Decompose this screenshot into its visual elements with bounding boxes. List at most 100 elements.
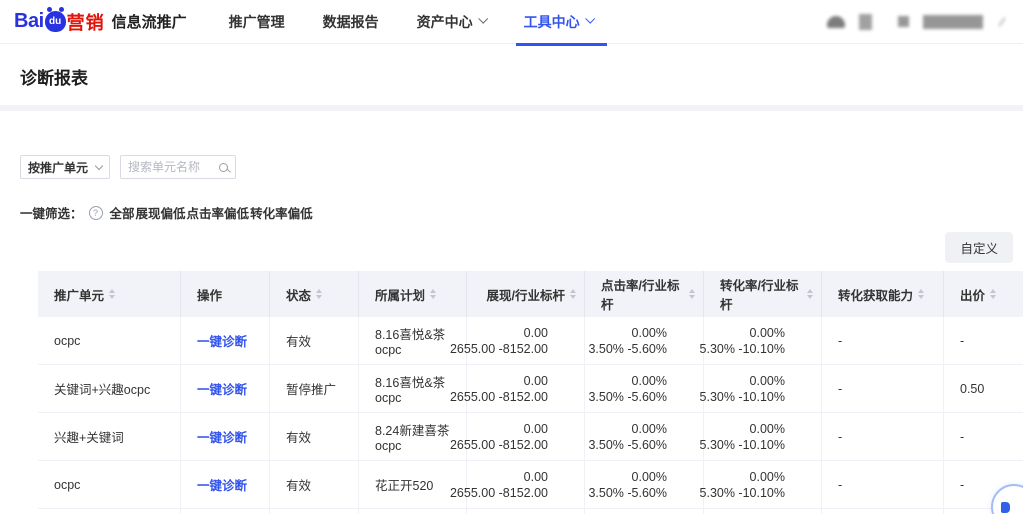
cell-status: 有效 bbox=[270, 509, 359, 514]
user-account-area-redacted[interactable] bbox=[827, 14, 1007, 30]
baidu-paw-icon: du bbox=[45, 11, 66, 32]
cell-benchmark: 3.50% -5.60% bbox=[588, 341, 667, 357]
sort-icon[interactable] bbox=[918, 289, 924, 299]
cell-cvr: 0.00%5.30% -10.10% bbox=[704, 509, 822, 514]
column-header-conversion_ability[interactable]: 转化获取能力 bbox=[822, 271, 944, 317]
nav-item-4[interactable]: 工具中心 bbox=[524, 12, 593, 32]
diagnose-link[interactable]: 一键诊断 bbox=[197, 427, 247, 446]
sort-icon[interactable] bbox=[316, 289, 322, 299]
cell-cvr: 0.00%5.30% -10.10% bbox=[704, 461, 822, 508]
cell-value: 0.00% bbox=[632, 373, 667, 389]
column-header-unit[interactable]: 推广单元 bbox=[38, 271, 181, 317]
product-name: 信息流推广 bbox=[112, 11, 187, 32]
quick-filter-4[interactable]: 转化率偏低 bbox=[250, 203, 313, 222]
column-header-action: 操作 bbox=[181, 271, 270, 317]
logo-suffix-text: 营销 bbox=[67, 9, 105, 35]
sort-icon[interactable] bbox=[570, 289, 576, 299]
quick-filter-1[interactable]: 全部 bbox=[110, 203, 135, 222]
customize-row: 自定义 bbox=[20, 232, 1013, 263]
column-header-status[interactable]: 状态 bbox=[270, 271, 359, 317]
nav-item-3[interactable]: 资产中心 bbox=[417, 12, 486, 32]
cell-value: 0.00% bbox=[632, 469, 667, 485]
customize-button[interactable]: 自定义 bbox=[945, 232, 1013, 263]
column-header-ctr[interactable]: 点击率/行业标杆 bbox=[585, 271, 704, 317]
help-question-icon[interactable]: ? bbox=[89, 206, 103, 220]
table-body: ocpc一键诊断有效8.16喜悦&茶ocpc0.002655.00 -8152.… bbox=[38, 317, 1023, 514]
username-redacted bbox=[923, 15, 983, 29]
column-header-impressions[interactable]: 展现/行业标杆 bbox=[467, 271, 585, 317]
diagnose-link[interactable]: 一键诊断 bbox=[197, 379, 247, 398]
cell-benchmark: 5.30% -10.10% bbox=[700, 341, 785, 357]
sort-down-arrow bbox=[807, 295, 813, 299]
sort-icon[interactable] bbox=[807, 289, 813, 299]
cell-ctr: 0.00%3.50% -5.60% bbox=[585, 461, 704, 508]
cell-unit bbox=[38, 509, 181, 514]
cell-benchmark: 2655.00 -8152.00 bbox=[450, 341, 548, 357]
support-icon[interactable] bbox=[827, 16, 845, 28]
sort-down-arrow bbox=[918, 295, 924, 299]
notification-icon[interactable] bbox=[859, 14, 872, 30]
unit-search-box bbox=[120, 155, 236, 179]
divider-slash bbox=[998, 17, 1005, 26]
column-header-label: 出价 bbox=[960, 285, 985, 304]
nav-item-2[interactable]: 数据报告 bbox=[323, 12, 379, 32]
cell-action: 一键诊断 bbox=[181, 461, 270, 508]
sort-icon[interactable] bbox=[430, 289, 436, 299]
chevron-down-icon bbox=[95, 161, 103, 169]
cell-impressions: 0.002655.00 -8152.00 bbox=[467, 413, 585, 460]
search-icon[interactable] bbox=[219, 163, 228, 172]
cell-value: 0.00% bbox=[750, 421, 785, 437]
cell-action: 一键诊断 bbox=[181, 317, 270, 364]
diagnose-link[interactable]: 一键诊断 bbox=[197, 331, 247, 350]
column-header-label: 转化获取能力 bbox=[838, 285, 913, 304]
sort-icon[interactable] bbox=[689, 289, 695, 299]
chevron-down-icon bbox=[585, 14, 595, 24]
quick-filter-3[interactable]: 点击率偏低 bbox=[187, 203, 250, 222]
sort-icon[interactable] bbox=[990, 289, 996, 299]
dimension-select[interactable]: 按推广单元 bbox=[20, 155, 110, 179]
cell-unit: 兴趣+关键词 bbox=[38, 413, 181, 460]
search-input[interactable] bbox=[128, 160, 219, 174]
cell-impressions: 0.002655.00 -8152.00 bbox=[467, 317, 585, 364]
column-header-bid[interactable]: 出价 bbox=[944, 271, 1023, 317]
dimension-select-value: 按推广单元 bbox=[28, 159, 96, 176]
cell-benchmark: 3.50% -5.60% bbox=[588, 437, 667, 453]
cell-status: 有效 bbox=[270, 413, 359, 460]
baidu-marketing-logo[interactable]: Bai du 营销 bbox=[14, 9, 105, 35]
sort-down-arrow bbox=[316, 295, 322, 299]
sort-up-arrow bbox=[807, 289, 813, 293]
cell-impressions: 0.002655.00 -8152.00 bbox=[467, 365, 585, 412]
sort-up-arrow bbox=[109, 289, 115, 293]
sort-down-arrow bbox=[109, 295, 115, 299]
nav-item-label: 推广管理 bbox=[229, 12, 285, 32]
quick-filter-options: 全部展现偏低点击率偏低转化率偏低 bbox=[110, 203, 314, 222]
cell-ctr: 0.00%3.50% -5.60% bbox=[585, 413, 704, 460]
table-row: 关键词+兴趣ocpc一键诊断暂停推广8.16喜悦&茶ocpc0.002655.0… bbox=[38, 365, 1023, 413]
cell-bid: - bbox=[944, 413, 1023, 460]
column-header-plan[interactable]: 所属计划 bbox=[359, 271, 467, 317]
help-float-icon bbox=[1001, 502, 1010, 513]
column-header-cvr[interactable]: 转化率/行业标杆 bbox=[704, 271, 822, 317]
table-row: 兴趣+关键词一键诊断有效8.24新建喜茶ocpc0.002655.00 -815… bbox=[38, 413, 1023, 461]
sort-up-arrow bbox=[430, 289, 436, 293]
quick-filter-label: 一键筛选： bbox=[20, 203, 83, 222]
diagnose-link[interactable]: 一键诊断 bbox=[197, 475, 247, 494]
table-row: 有效0.002655.00 -8152.000.00%3.50% -5.60%0… bbox=[38, 509, 1023, 514]
sort-icon[interactable] bbox=[109, 289, 115, 299]
sort-up-arrow bbox=[689, 289, 695, 293]
cell-status: 有效 bbox=[270, 317, 359, 364]
sort-down-arrow bbox=[430, 295, 436, 299]
cell-benchmark: 3.50% -5.60% bbox=[588, 485, 667, 501]
avatar[interactable] bbox=[898, 16, 909, 27]
nav-items: 推广管理 数据报告 资产中心 工具中心 bbox=[229, 12, 593, 32]
cell-value: 0.00% bbox=[750, 325, 785, 341]
quick-filter-2[interactable]: 展现偏低 bbox=[136, 203, 186, 222]
cell-value: 0.00% bbox=[750, 469, 785, 485]
nav-item-1[interactable]: 推广管理 bbox=[229, 12, 285, 32]
cell-value: 0.00 bbox=[524, 421, 548, 437]
content-area: 按推广单元 一键筛选： ? 全部展现偏低点击率偏低转化率偏低 自定义 推广单元操… bbox=[0, 155, 1023, 514]
nav-item-label: 资产中心 bbox=[417, 12, 473, 32]
cell-conversion_ability: - bbox=[822, 317, 944, 364]
sort-down-arrow bbox=[570, 295, 576, 299]
cell-value: 0.00 bbox=[524, 325, 548, 341]
